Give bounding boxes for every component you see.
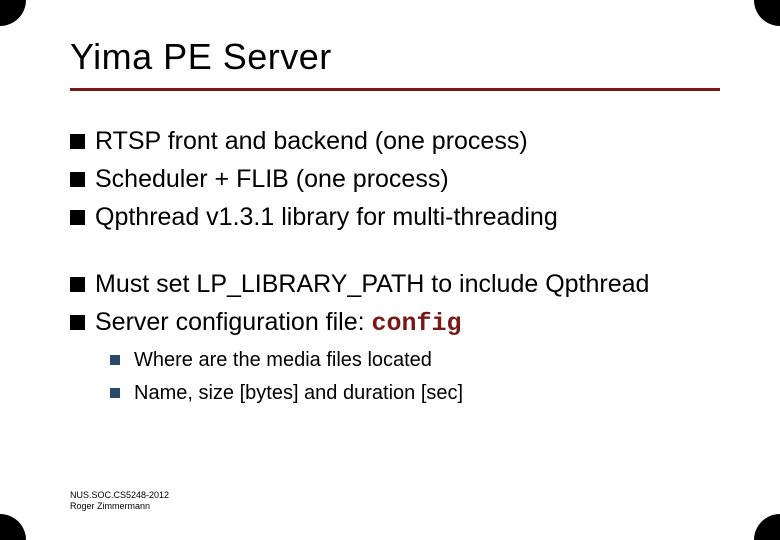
square-bullet-icon [70, 315, 85, 330]
square-bullet-icon [70, 210, 85, 225]
bullet-text: Must set LP_LIBRARY_PATH to include Qpth… [95, 268, 720, 302]
bullet-text: RTSP front and backend (one process) [95, 125, 720, 159]
bullet-text: Where are the media files located [134, 347, 720, 374]
corner-decoration [0, 514, 26, 540]
slide-title: Yima PE Server [70, 36, 720, 91]
square-bullet-icon [110, 355, 120, 365]
bullet-item: Must set LP_LIBRARY_PATH to include Qpth… [70, 268, 720, 302]
bullet-item: RTSP front and backend (one process) [70, 125, 720, 159]
bullet-text-prefix: Server configuration file: [95, 308, 372, 336]
bullet-item: Server configuration file: config [70, 306, 720, 341]
square-bullet-icon [70, 172, 85, 187]
slide: Yima PE Server RTSP front and backend (o… [0, 0, 780, 540]
corner-decoration [754, 0, 780, 26]
bullet-item: Qpthread v1.3.1 library for multi-thread… [70, 201, 720, 235]
bullet-text: Name, size [bytes] and duration [sec] [134, 380, 720, 407]
bullet-text: Qpthread v1.3.1 library for multi-thread… [95, 201, 720, 235]
bullet-item: Scheduler + FLIB (one process) [70, 163, 720, 197]
footer-line: NUS.SOC.CS5248-2012 [70, 490, 169, 501]
sub-bullet-item: Name, size [bytes] and duration [sec] [110, 380, 720, 407]
corner-decoration [754, 514, 780, 540]
slide-content: RTSP front and backend (one process) Sch… [70, 125, 720, 407]
square-bullet-icon [110, 388, 120, 398]
bullet-text: Server configuration file: config [95, 306, 720, 341]
sub-bullet-item: Where are the media files located [110, 347, 720, 374]
square-bullet-icon [70, 134, 85, 149]
slide-footer: NUS.SOC.CS5248-2012 Roger Zimmermann [70, 490, 169, 513]
footer-line: Roger Zimmermann [70, 501, 169, 512]
bullet-group: RTSP front and backend (one process) Sch… [70, 125, 720, 234]
square-bullet-icon [70, 277, 85, 292]
code-text: config [372, 309, 462, 338]
bullet-group: Must set LP_LIBRARY_PATH to include Qpth… [70, 268, 720, 407]
bullet-text: Scheduler + FLIB (one process) [95, 163, 720, 197]
corner-decoration [0, 0, 26, 26]
